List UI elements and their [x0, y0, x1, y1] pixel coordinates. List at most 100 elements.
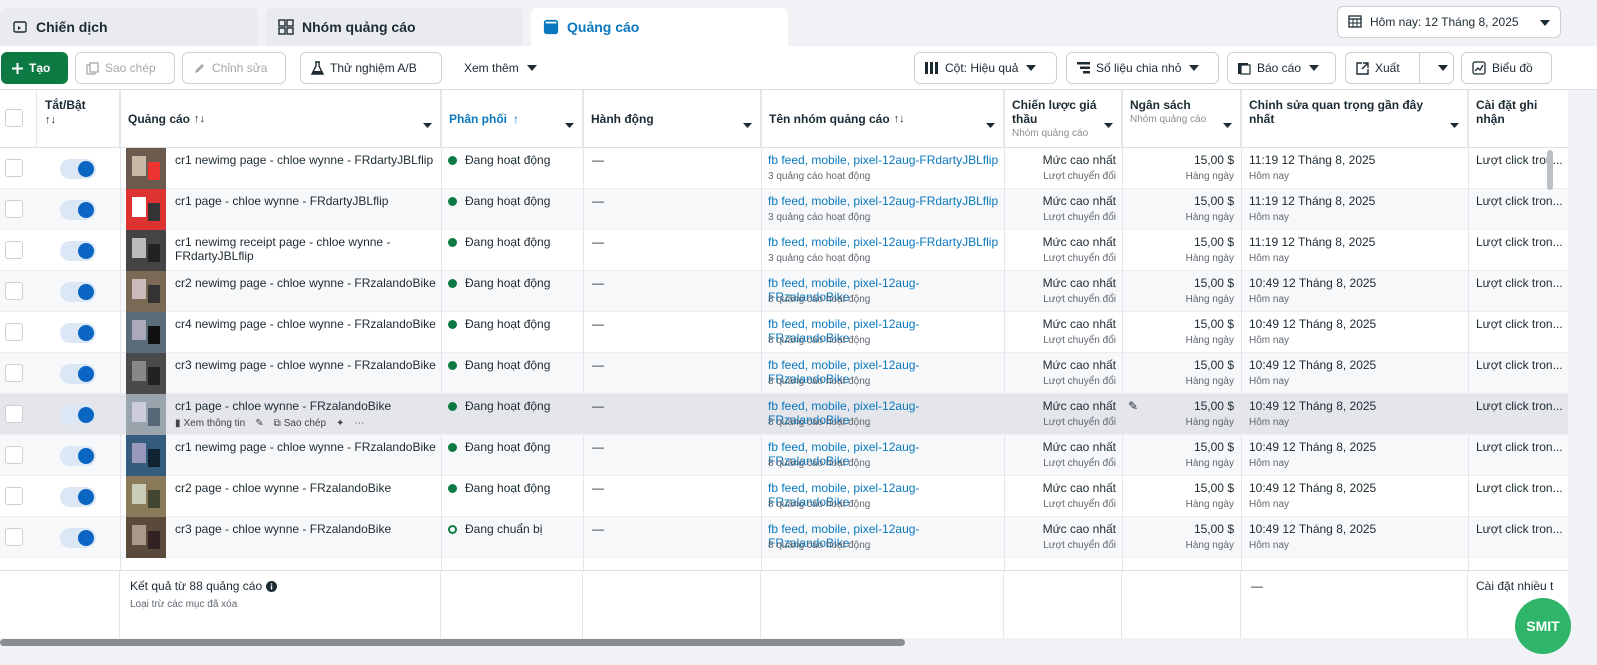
ad-name[interactable]: cr3 newimg page - chloe wynne - FRzaland…	[175, 358, 437, 372]
row-checkbox[interactable]	[5, 323, 23, 341]
table-row[interactable]: cr1 page - chloe wynne - FRdartyJBLflip Đ…	[0, 189, 1568, 230]
horizontal-scrollbar-thumb[interactable]	[0, 639, 905, 646]
status-dot	[448, 360, 457, 370]
ad-toggle[interactable]	[60, 323, 96, 343]
row-checkbox[interactable]	[5, 159, 23, 177]
ad-thumbnail[interactable]	[126, 312, 166, 353]
header-budget[interactable]: Ngân sách Nhóm quảng cáo	[1122, 90, 1241, 148]
ad-toggle[interactable]	[60, 405, 96, 425]
ad-toggle[interactable]	[60, 364, 96, 384]
ad-name[interactable]: cr1 newimg receipt page - chloe wynne - …	[175, 235, 437, 263]
header-adset[interactable]: Tên nhóm quảng cáo ↑↓	[761, 90, 1004, 148]
smit-chat-button[interactable]: SMIT	[1515, 598, 1571, 654]
ad-thumbnail[interactable]	[126, 230, 166, 271]
ad-toggle[interactable]	[60, 200, 96, 220]
ad-thumbnail[interactable]	[126, 271, 166, 312]
header-delivery[interactable]: Phân phối ↑	[441, 90, 583, 148]
table-row[interactable]: cr3 page - chloe wynne - FRzalandoBike Đa…	[0, 517, 1568, 558]
adset-link[interactable]: fb feed, mobile, pixel-12aug-FRdartyJBLf…	[768, 194, 1000, 208]
breakdown-button[interactable]: Số liệu chia nhỏ	[1066, 52, 1219, 84]
pencil-icon[interactable]: ✎	[255, 418, 263, 429]
ad-name[interactable]: cr3 page - chloe wynne - FRzalandoBike	[175, 522, 437, 536]
ad-name[interactable]: cr2 page - chloe wynne - FRzalandoBike	[175, 481, 437, 495]
ad-toggle[interactable]	[60, 241, 96, 261]
ad-thumbnail[interactable]	[126, 517, 166, 558]
ad-toggle[interactable]	[60, 159, 96, 179]
row-checkbox[interactable]	[5, 241, 23, 259]
edit-label: Chỉnh sửa	[212, 61, 268, 75]
info-icon[interactable]	[266, 580, 278, 592]
ad-thumbnail[interactable]	[126, 148, 166, 189]
pin-icon[interactable]: ✦	[336, 418, 344, 429]
header-last-edit[interactable]: Chỉnh sửa quan trọng gần đây nhất	[1241, 90, 1468, 148]
row-checkbox[interactable]	[5, 487, 23, 505]
ad-name[interactable]: cr1 newimg page - chloe wynne - FRzaland…	[175, 440, 437, 454]
header-actions[interactable]: Hành động	[583, 90, 761, 148]
sort-icon: ↑↓	[45, 114, 56, 126]
table-row[interactable]: cr1 newimg page - chloe wynne - FRdartyJ…	[0, 148, 1568, 189]
columns-button[interactable]: Cột: Hiệu quả	[914, 52, 1057, 84]
ad-thumbnail[interactable]	[126, 394, 166, 435]
ad-name[interactable]: cr2 newimg page - chloe wynne - FRzaland…	[175, 276, 437, 290]
view-details-link[interactable]: ▮ Xem thông tin	[175, 418, 245, 429]
adset-link[interactable]: fb feed, mobile, pixel-12aug-FRdartyJBLf…	[768, 235, 1000, 249]
table-row[interactable]: cr1 page - chloe wynne - FRzalandoBike ▮ X…	[0, 394, 1568, 435]
ad-thumbnail[interactable]	[126, 353, 166, 394]
ad-name[interactable]: cr1 newimg page - chloe wynne - FRdartyJ…	[175, 153, 437, 167]
tab-adsets[interactable]: Nhóm quảng cáo	[266, 8, 523, 46]
copy-icon	[86, 61, 99, 75]
row-checkbox[interactable]	[5, 446, 23, 464]
vertical-scrollbar[interactable]	[1547, 150, 1553, 190]
adset-link[interactable]: fb feed, mobile, pixel-12aug-FRdartyJBLf…	[768, 153, 1000, 167]
tab-campaigns[interactable]: Chiến dịch	[0, 8, 258, 46]
charts-button[interactable]: Biểu đồ	[1461, 52, 1552, 84]
ad-toggle[interactable]	[60, 528, 96, 548]
ad-thumbnail[interactable]	[126, 435, 166, 476]
row-checkbox[interactable]	[5, 200, 23, 218]
row-checkbox[interactable]	[5, 364, 23, 382]
ad-toggle[interactable]	[60, 446, 96, 466]
more-button[interactable]: Xem thêm	[454, 52, 550, 84]
more-options-icon[interactable]: ⋯	[354, 418, 364, 429]
ab-test-button[interactable]: Thử nghiệm A/B	[300, 52, 442, 84]
delivery-status-label: Đang hoạt động	[465, 276, 551, 290]
row-checkbox[interactable]	[5, 282, 23, 300]
table-row[interactable]: cr2 newimg page - chloe wynne - FRzaland…	[0, 271, 1568, 312]
duplicate-link-label: Sao chép	[283, 418, 327, 429]
table-row[interactable]: cr2 page - chloe wynne - FRzalandoBike Đa…	[0, 476, 1568, 517]
tab-ads[interactable]: Quảng cáo	[531, 8, 788, 46]
row-checkbox[interactable]	[5, 528, 23, 546]
status-dot	[448, 483, 457, 493]
duplicate-link[interactable]: ⧉ Sao chép	[274, 418, 326, 429]
header-bid-strategy[interactable]: Chiến lược giá thầu Nhóm quảng cáo	[1004, 90, 1122, 148]
duplicate-button[interactable]: Sao chép	[75, 52, 175, 84]
budget-sub: Hàng ngày	[1185, 212, 1234, 223]
row-checkbox[interactable]	[5, 405, 23, 423]
header-toggle[interactable]: Tắt/Bật ↑↓	[37, 90, 120, 148]
ad-thumbnail[interactable]	[126, 476, 166, 517]
export-button[interactable]: Xuất	[1345, 52, 1454, 84]
edit-button[interactable]: Chỉnh sửa	[182, 52, 286, 84]
ad-toggle[interactable]	[60, 487, 96, 507]
bid-strategy-cell: Mức cao nhất Lượt chuyển đổi	[1004, 394, 1116, 435]
ad-name[interactable]: cr4 newimg page - chloe wynne - FRzaland…	[175, 317, 437, 331]
table-row[interactable]: cr1 newimg receipt page - chloe wynne - …	[0, 230, 1568, 271]
table-row[interactable]: cr1 newimg page - chloe wynne - FRzaland…	[0, 435, 1568, 476]
table-row[interactable]: cr4 newimg page - chloe wynne - FRzaland…	[0, 312, 1568, 353]
header-attribution[interactable]: Cài đặt ghi nhận	[1468, 90, 1568, 148]
ad-thumbnail[interactable]	[126, 189, 166, 230]
horizontal-scrollbar[interactable]	[0, 638, 1568, 648]
create-button[interactable]: Tạo	[1, 52, 68, 84]
attribution-value: Lượt click tron...	[1476, 317, 1563, 331]
date-range-picker[interactable]: Hôm nay: 12 Tháng 8, 2025	[1337, 6, 1561, 38]
budget-value: 15,00 $	[1193, 153, 1234, 167]
ad-name[interactable]: cr1 page - chloe wynne - FRzalandoBike	[175, 399, 437, 413]
more-label: Xem thêm	[464, 61, 519, 75]
status-dot	[448, 524, 457, 534]
ad-name[interactable]: cr1 page - chloe wynne - FRdartyJBLflip	[175, 194, 437, 208]
table-row[interactable]: cr3 newimg page - chloe wynne - FRzaland…	[0, 353, 1568, 394]
header-ad[interactable]: Quảng cáo ↑↓	[120, 90, 441, 148]
reports-button[interactable]: Báo cáo	[1227, 52, 1336, 84]
ad-toggle[interactable]	[60, 282, 96, 302]
select-all-checkbox[interactable]	[5, 109, 23, 127]
